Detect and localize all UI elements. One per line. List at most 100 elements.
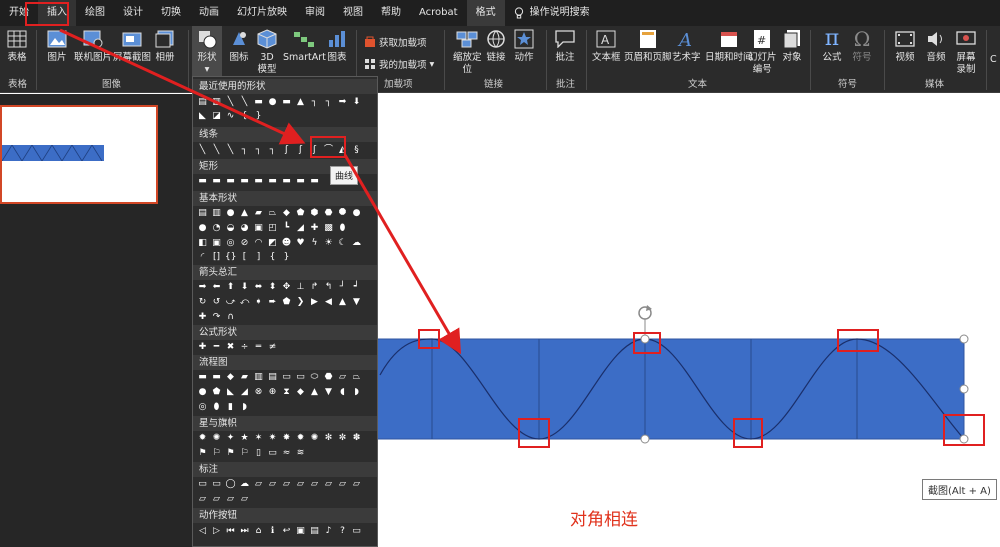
action-custom-icon[interactable]: ▭: [351, 526, 362, 537]
star-5-icon[interactable]: ★: [239, 433, 250, 444]
callout-border2-icon[interactable]: ▱: [351, 479, 362, 490]
flow-sort-icon[interactable]: ◆: [295, 387, 306, 398]
flow-direct-access-icon[interactable]: ▮: [225, 402, 236, 413]
left-right-up-arrow-icon[interactable]: ⊥: [295, 282, 306, 293]
double-wave-icon[interactable]: ≋: [295, 448, 306, 459]
circular-arrow-icon[interactable]: ↷: [211, 312, 222, 323]
flow-delay-icon[interactable]: ◗: [351, 387, 362, 398]
rect-shape-icon[interactable]: ▬: [211, 176, 222, 187]
elbow-arrow-icon[interactable]: ┐: [323, 97, 334, 108]
flow-connector-icon[interactable]: ●: [197, 387, 208, 398]
flow-terminator-icon[interactable]: ⬭: [309, 372, 320, 383]
hexagon-shape-icon[interactable]: ⬢: [309, 208, 320, 219]
callout-accent-border-icon[interactable]: ▱: [211, 494, 222, 505]
left-arrow-callout-icon[interactable]: ◀: [323, 297, 334, 308]
flow-magnetic-disk-icon[interactable]: ⬮: [211, 402, 222, 413]
left-right-arrow-icon[interactable]: ⬌: [253, 282, 264, 293]
block-arc-shape-icon[interactable]: ◠: [253, 238, 264, 249]
left-bracket-icon[interactable]: [: [239, 252, 250, 263]
callout-line2-icon[interactable]: ▱: [267, 479, 278, 490]
octagon-shape-icon[interactable]: ⯃: [337, 208, 348, 219]
parallelogram-shape-icon[interactable]: ▰: [253, 208, 264, 219]
flow-tape-icon[interactable]: ◢: [239, 387, 250, 398]
star-12-icon[interactable]: ✺: [309, 433, 320, 444]
line-shape-icon[interactable]: ╲: [225, 97, 236, 108]
elbow-arrow-icon[interactable]: ┐: [253, 145, 264, 156]
curved-left-arrow-icon[interactable]: ↺: [211, 297, 222, 308]
sun-shape-icon[interactable]: ☀: [323, 238, 334, 249]
flow-internal-storage-icon[interactable]: ▤: [267, 372, 278, 383]
callout-border3-icon[interactable]: ▱: [197, 494, 208, 505]
rect-shape-icon[interactable]: ▬: [197, 176, 208, 187]
callout-line3-icon[interactable]: ▱: [281, 479, 292, 490]
chevron-arrow-icon[interactable]: ❯: [295, 297, 306, 308]
flow-manual-input-icon[interactable]: ▱: [337, 372, 348, 383]
rect-shape-icon[interactable]: ▬: [281, 176, 292, 187]
smiley-shape-icon[interactable]: ☻: [281, 238, 292, 249]
flow-sequential-icon[interactable]: ◎: [197, 402, 208, 413]
flow-card-icon[interactable]: ◣: [225, 387, 236, 398]
heart-shape-icon[interactable]: ♥: [295, 238, 306, 249]
star-8-icon[interactable]: ✸: [281, 433, 292, 444]
curved-ribbon-down-icon[interactable]: ⚐: [239, 448, 250, 459]
pie-shape-icon[interactable]: ◔: [211, 223, 222, 234]
callout-border-icon[interactable]: ▱: [337, 479, 348, 490]
chord-shape-icon[interactable]: ◒: [225, 223, 236, 234]
rect-shape-icon[interactable]: ▬: [309, 176, 320, 187]
curved-connector-icon[interactable]: ʃ: [281, 145, 292, 156]
curved-right-arrow-icon[interactable]: ↻: [197, 297, 208, 308]
trapezoid-shape-icon[interactable]: ⏢: [267, 208, 278, 219]
folded-corner-shape-icon[interactable]: ◩: [267, 238, 278, 249]
not-equal-shape-icon[interactable]: ≠: [267, 342, 278, 353]
bracket-pair-icon[interactable]: []: [211, 252, 222, 263]
pentagon-arrow-icon[interactable]: ⬟: [281, 297, 292, 308]
quad-arrow-callout-icon[interactable]: ✚: [197, 312, 208, 323]
plaque-shape-icon[interactable]: ▩: [323, 223, 334, 234]
curved-ribbon-up-icon[interactable]: ⚑: [225, 448, 236, 459]
left-up-arrow-icon[interactable]: ┘: [337, 282, 348, 293]
l-shape-icon[interactable]: ┗: [281, 223, 292, 234]
horizontal-scroll-icon[interactable]: ▭: [267, 448, 278, 459]
star-24-icon[interactable]: ✼: [337, 433, 348, 444]
down-arrow-shape-icon[interactable]: ⬇: [351, 97, 362, 108]
plus-shape-icon[interactable]: ✚: [197, 342, 208, 353]
elbow-connector-icon[interactable]: ┐: [239, 145, 250, 156]
flow-preparation-icon[interactable]: ⬣: [323, 372, 334, 383]
lightning-shape-icon[interactable]: ϟ: [309, 238, 320, 249]
divide-shape-icon[interactable]: ÷: [239, 342, 250, 353]
cube-shape-icon[interactable]: ◧: [197, 238, 208, 249]
right-arrow-icon[interactable]: ➡: [197, 282, 208, 293]
blue-rectangle-shape[interactable]: [359, 338, 965, 440]
donut-shape-icon[interactable]: ◎: [225, 238, 236, 249]
left-brace-icon[interactable]: {: [267, 252, 278, 263]
action-help-icon[interactable]: ?: [337, 526, 348, 537]
star-10-icon[interactable]: ✹: [295, 433, 306, 444]
up-arrow-callout-icon[interactable]: ▲: [337, 297, 348, 308]
diagonal-stripe-shape-icon[interactable]: ◢: [295, 223, 306, 234]
text-box-shape-icon[interactable]: ▤: [197, 97, 208, 108]
line-double-arrow-icon[interactable]: ╲: [225, 145, 236, 156]
rect-shape-icon[interactable]: ▬: [267, 176, 278, 187]
elbow-double-arrow-icon[interactable]: ┐: [267, 145, 278, 156]
selection-handle[interactable]: [959, 384, 969, 394]
selection-handle[interactable]: [959, 334, 969, 344]
callout-rounded-icon[interactable]: ▭: [211, 479, 222, 490]
star-32-icon[interactable]: ✽: [351, 433, 362, 444]
u-arrow-icon[interactable]: ∩: [225, 312, 236, 323]
action-begin-icon[interactable]: ⏮: [225, 526, 236, 537]
callout-shape-icon[interactable]: ◪: [211, 111, 222, 122]
multiply-shape-icon[interactable]: ✖: [225, 342, 236, 353]
action-home-icon[interactable]: ⌂: [253, 526, 264, 537]
flow-multidoc-icon[interactable]: ▭: [295, 372, 306, 383]
quad-arrow-icon[interactable]: ✥: [281, 282, 292, 293]
curve-shape-icon[interactable]: ∿: [225, 111, 236, 122]
minus-shape-icon[interactable]: ━: [211, 342, 222, 353]
heptagon-shape-icon[interactable]: ⬣: [323, 208, 334, 219]
flow-or-icon[interactable]: ⊕: [267, 387, 278, 398]
brace-left-icon[interactable]: {: [239, 111, 250, 122]
vertical-scroll-icon[interactable]: ▯: [253, 448, 264, 459]
rotate-handle[interactable]: [638, 305, 652, 335]
flow-decision-icon[interactable]: ◆: [225, 372, 236, 383]
right-brace-icon[interactable]: }: [281, 252, 292, 263]
bent-arrow-icon[interactable]: ↱: [309, 282, 320, 293]
